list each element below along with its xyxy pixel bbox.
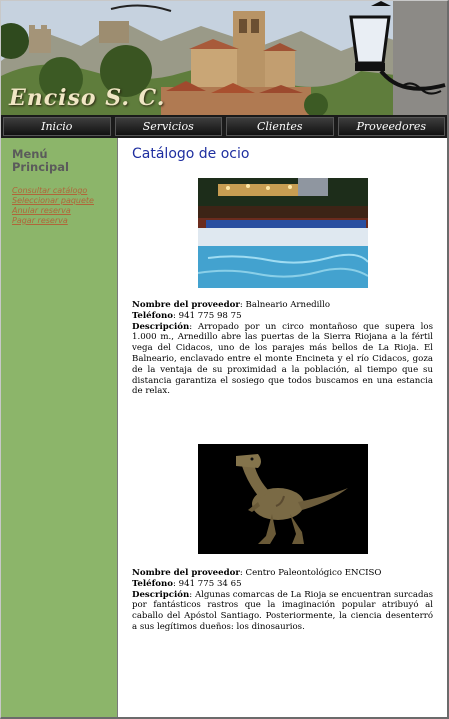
nav-inicio[interactable]: Inicio xyxy=(3,117,111,136)
phone-label: Teléfono xyxy=(132,310,174,321)
provider-label: Nombre del proveedor xyxy=(132,300,240,310)
nav-proveedores[interactable]: Proveedores xyxy=(337,117,445,136)
description-label: Descripción xyxy=(132,321,190,332)
description-label: Descripción xyxy=(132,589,190,600)
dinosaur-photo xyxy=(198,444,368,554)
phone-label: Teléfono xyxy=(132,578,174,589)
sidebar: Menú Principal Consultar catálogo Selecc… xyxy=(1,138,117,717)
header-banner: Enciso S. C. xyxy=(1,1,447,115)
menu-links: Consultar catálogo Seleccionar paquete A… xyxy=(12,186,94,226)
provider-description: Arropado por un circo montañoso que supe… xyxy=(132,321,433,397)
menu-title: Menú Principal xyxy=(12,147,69,174)
nav-clientes[interactable]: Clientes xyxy=(226,117,334,136)
link-anular-reserva[interactable]: Anular reserva xyxy=(12,206,94,216)
pool-photo xyxy=(198,178,368,288)
link-consultar-catalogo[interactable]: Consultar catálogo xyxy=(12,186,94,196)
link-seleccionar-paquete[interactable]: Seleccionar paquete xyxy=(12,196,94,206)
entry-centro-paleontologico: Nombre del proveedor: Centro Paleontológ… xyxy=(132,568,433,632)
page-title: Catálogo de ocio xyxy=(132,146,250,162)
top-nav: Inicio Servicios Clientes Proveedores xyxy=(1,115,447,138)
nav-servicios[interactable]: Servicios xyxy=(114,117,222,136)
provider-phone: 941 775 98 75 xyxy=(178,310,242,321)
main-content: Catálogo de ocio Nombre del proveedor: B… xyxy=(117,138,447,717)
provider-name: Balneario Arnedillo xyxy=(245,300,331,310)
link-pagar-reserva[interactable]: Pagar reserva xyxy=(12,216,94,226)
provider-name: Centro Paleontológico ENCISO xyxy=(245,568,382,578)
site-logo: Enciso S. C. xyxy=(9,85,166,111)
entry-balneario: Nombre del proveedor: Balneario Arnedill… xyxy=(132,300,433,397)
provider-phone: 941 775 34 65 xyxy=(178,578,242,589)
provider-label: Nombre del proveedor xyxy=(132,568,240,578)
